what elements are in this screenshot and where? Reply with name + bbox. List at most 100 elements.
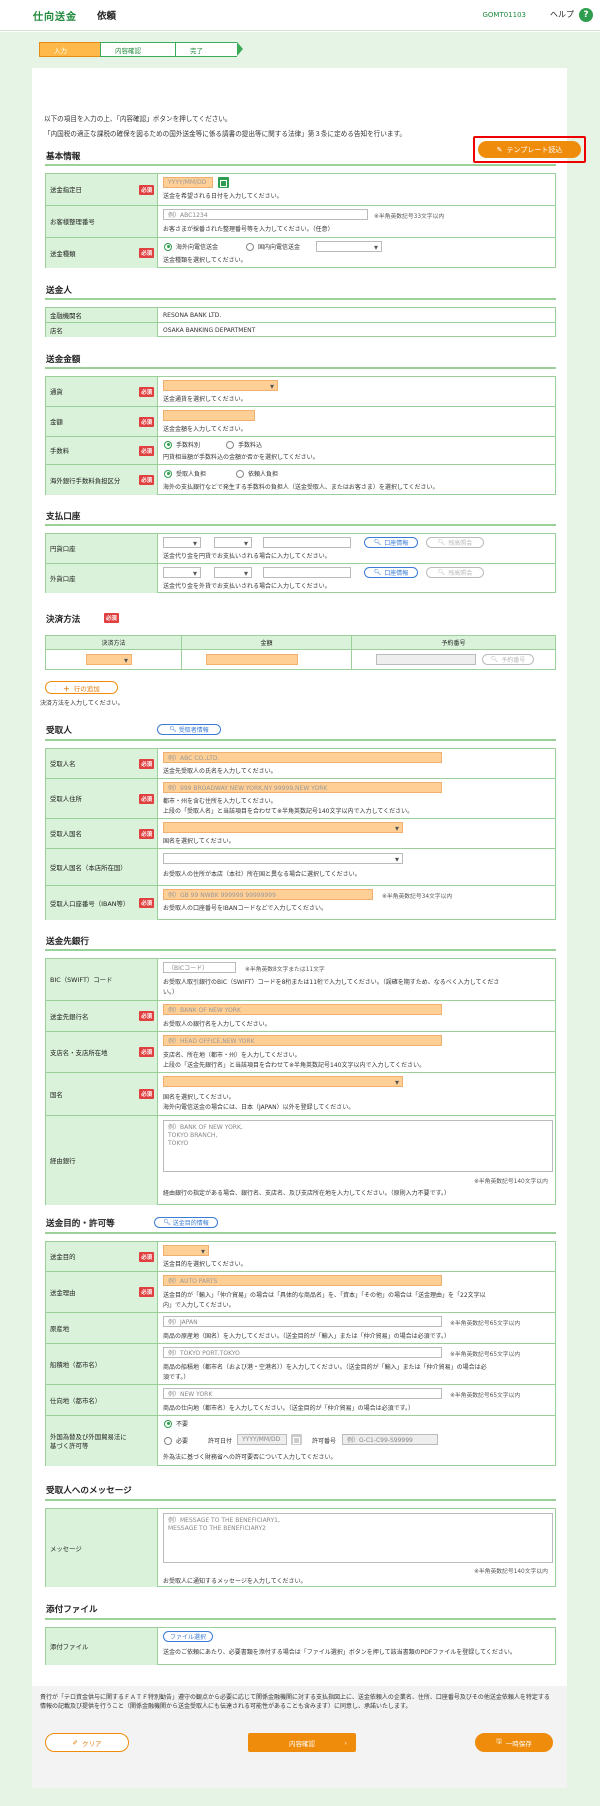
yen-account-input[interactable] — [263, 537, 351, 548]
payee-name-input[interactable]: 例）ABC CO.,LTD. — [163, 752, 442, 763]
date-help: 送金を希望される日付を入力してください。 — [163, 193, 283, 200]
sender-branch-value: OSAKA BANKING DEPARTMENT — [163, 327, 256, 334]
date-input[interactable]: YYYY/MM/DD — [163, 177, 213, 188]
ref-note: ※半角英数記号33文字以内 — [374, 214, 445, 220]
overseas-help: 海外の支払銀行などで発生する手数料の負担人（送金受取人、またはお客さま）を選択し… — [163, 484, 439, 491]
bic-input[interactable]: （BICコード） — [163, 962, 236, 973]
message-note: ※半角英数記号140文字以内 — [474, 1569, 548, 1575]
type-radio-overseas[interactable]: 海外向電信送金 — [164, 242, 218, 251]
purpose-help: 送金目的を選択してください。 — [163, 1261, 247, 1268]
required-badge: 必須 — [139, 793, 154, 804]
ship-label: 船積地（都市名） — [46, 1344, 158, 1384]
fee-radio-included[interactable]: 手数料込 — [226, 440, 262, 449]
payee-iban-note: ※半角英数記号34文字以内 — [382, 894, 453, 900]
calendar-icon[interactable] — [218, 177, 229, 188]
bank-branch-input[interactable]: 例）HEAD OFFICE,NEW YORK — [163, 1035, 442, 1046]
row-amount: 金額 必須 送金金額を入力してください。 — [46, 407, 555, 437]
search-icon: 🔍︎ — [437, 539, 446, 546]
ref-input[interactable]: 例）ABC1234 — [163, 209, 368, 220]
yen-branch-select[interactable] — [163, 537, 201, 548]
payee-info-button[interactable]: 🔍︎ 受取者情報 — [157, 724, 221, 735]
row-ship: 船積地（都市名） 例）TOKYO PORT,TOKYO ※半角英数記号65文字以… — [46, 1344, 555, 1385]
yen-type-select[interactable] — [214, 537, 252, 548]
add-row-button[interactable]: ＋行の追加 — [45, 681, 118, 694]
file-select-button[interactable]: ファイル選択 — [163, 1631, 213, 1642]
section-sender-line — [45, 298, 556, 300]
origin-input[interactable]: 例）JAPAN — [163, 1316, 442, 1327]
settle-method-select[interactable] — [86, 654, 132, 665]
confirm-label: 内容確認 — [289, 1739, 315, 1748]
via-bank-help: 経由銀行の指定がある場合、銀行名、支店名、及び支店所在地を入力してください。（原… — [163, 1190, 451, 1197]
origin-note: ※半角英数記号65文字以内 — [450, 1321, 521, 1327]
domestic-type-select[interactable] — [316, 241, 382, 252]
search-icon: 🔍︎ — [490, 656, 499, 663]
required-badge: 必須 — [139, 184, 154, 195]
clear-label: クリア — [81, 1739, 102, 1748]
permit-radio-none[interactable]: 不要 — [164, 1419, 188, 1428]
confirm-button[interactable]: 内容確認 › — [248, 1733, 356, 1752]
required-badge: 必須 — [139, 1047, 154, 1057]
attach-label: 添付ファイル — [46, 1628, 158, 1665]
settle-ref-button[interactable]: 🔍︎ 予約番号 — [482, 654, 534, 665]
bank-name-label-text: 送金先銀行名 — [50, 1012, 89, 1021]
fee-label-text: 手数料 — [50, 447, 70, 455]
overseas-radio-sender[interactable]: 依頼人負担 — [236, 469, 278, 478]
payee-address-input[interactable]: 例）999 BROADWAY NEW YORK,NY 99999,NEW YOR… — [163, 782, 442, 793]
search-icon: 🔍︎ — [373, 569, 382, 576]
message-textarea[interactable]: 例）MESSAGE TO THE BENEFICIARY1, MESSAGE T… — [163, 1513, 553, 1563]
date-label-text: 送金指定日 — [50, 186, 82, 194]
fx-branch-select[interactable] — [163, 567, 201, 578]
payee-hq-select[interactable] — [163, 853, 403, 864]
yen-lookup-button[interactable]: 🔍︎ 口座情報 — [364, 537, 418, 548]
settle-ref-input[interactable] — [376, 654, 476, 665]
overseas-radio-payee[interactable]: 受取人負担 — [164, 469, 206, 478]
via-bank-textarea[interactable]: 例）BANK OF NEW YORK, TOKYO BRANCH, TOKYO — [163, 1120, 553, 1172]
payee-iban-input[interactable]: 例）GB 99 NWBK 999999 99999999 — [163, 889, 373, 900]
payee-country-select[interactable] — [163, 822, 403, 833]
required-badge: 必須 — [139, 1011, 154, 1021]
permit-no-input[interactable]: 例）G-C1-C99-S99999 — [342, 1434, 438, 1445]
form-content: 基本情報 送金指定日 必須 YYYY/MM/DD 送金を希望される日付を入力してく… — [0, 0, 600, 1806]
fee-opt2-label: 手数料込 — [238, 442, 263, 449]
fx-type-select[interactable] — [214, 567, 252, 578]
section-payee-title: 受取人 — [46, 726, 72, 736]
fx-lookup-button[interactable]: 🔍︎ 口座情報 — [364, 567, 418, 578]
section-message-title: 受取人へのメッセージ — [46, 1486, 132, 1496]
type-help: 送金種類を選択してください。 — [163, 257, 247, 264]
row-overseas-fee: 海外銀行手数料負担区分 必須 受取人負担 依頼人負担 海外の支払銀行などで発生する… — [46, 465, 555, 495]
permit-opt2-label: 必要 — [176, 1438, 189, 1445]
save-button[interactable]: 🖫 一時保存 — [475, 1733, 553, 1752]
radio-icon — [164, 1436, 172, 1445]
sender-bank-label: 金融機関名 — [46, 308, 158, 322]
type-radio-domestic[interactable]: 国内向電信送金 — [246, 242, 300, 251]
permit-date-input[interactable]: YYYY/MM/DD — [237, 1434, 287, 1445]
permit-radio-required[interactable]: 必要 — [164, 1436, 188, 1445]
fx-account-input[interactable] — [263, 567, 351, 578]
currency-select[interactable] — [163, 380, 278, 391]
bank-name-input[interactable]: 例）BANK OF NEW YORK — [163, 1004, 442, 1015]
section-attach-title: 添付ファイル — [46, 1605, 98, 1615]
purpose-table: 送金目的必須 送金目的を選択してください。 送金理由必須 例）AUTO PART… — [45, 1241, 556, 1466]
row-bank: 金融機関名 RESONA BANK LTD. — [46, 308, 555, 323]
purpose-select[interactable] — [163, 1245, 209, 1256]
fx-balance-button[interactable]: 🔍︎ 残高照会 — [426, 567, 484, 578]
settle-amount-input[interactable] — [206, 654, 298, 665]
purpose-info-button[interactable]: 🔍︎ 送金目的情報 — [154, 1217, 218, 1228]
row-bank-branch: 支店名・支店所在地 必須 例）HEAD OFFICE,NEW YORK 支店名、所… — [46, 1032, 555, 1073]
chevron-right-icon: › — [344, 1738, 347, 1747]
yen-balance-button[interactable]: 🔍︎ 残高照会 — [426, 537, 484, 548]
clear-button[interactable]: ✐ クリア — [45, 1733, 129, 1752]
dest-input[interactable]: 例）NEW YORK — [163, 1388, 442, 1399]
fee-radio-separate[interactable]: 手数料別 — [164, 440, 200, 449]
basic-info-table: 送金指定日 必須 YYYY/MM/DD 送金を希望される日付を入力してください。 … — [45, 173, 556, 268]
row-bank-country: 国名 必須 国名を選択してください。 海外向電信送金の場合には、日本（JAPAN）… — [46, 1073, 555, 1116]
section-amount-line — [45, 367, 556, 369]
bank-country-select[interactable] — [163, 1076, 403, 1087]
ship-input[interactable]: 例）TOKYO PORT,TOKYO — [163, 1347, 442, 1358]
calendar-icon[interactable] — [291, 1434, 302, 1445]
settle-help: 決済方法を入力してください。 — [40, 700, 124, 707]
reason-help2: 内」で入力してください。 — [163, 1302, 235, 1309]
amount-input[interactable] — [163, 410, 255, 421]
section-attach-line — [45, 1618, 556, 1620]
reason-input[interactable]: 例）AUTO PARTS — [163, 1275, 442, 1286]
